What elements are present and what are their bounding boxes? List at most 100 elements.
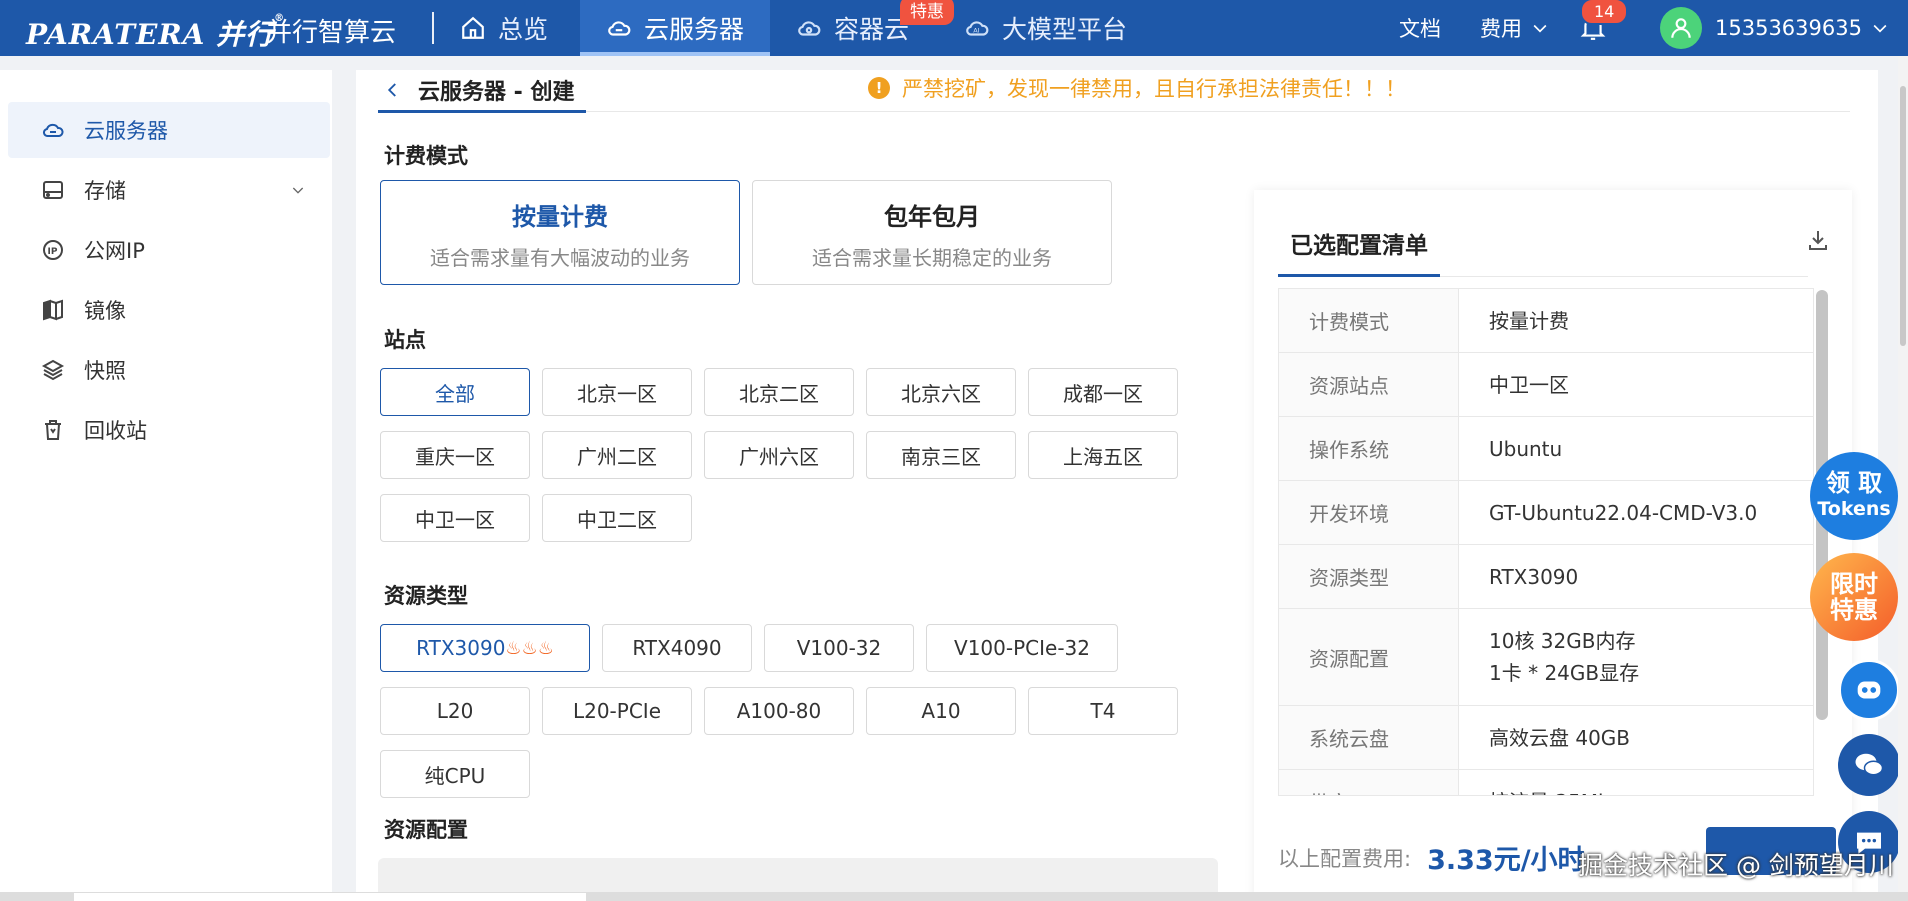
sidebar-item-label: 存储: [84, 179, 126, 203]
get-tokens-button[interactable]: 领 取 Tokens: [1810, 452, 1898, 540]
billing-option-pay-as-you-go[interactable]: 按量计费 适合需求量有大幅波动的业务: [380, 180, 740, 285]
back-arrow-icon[interactable]: [384, 81, 402, 99]
resource-option[interactable]: A10: [866, 687, 1016, 735]
billing-menu[interactable]: 费用: [1480, 0, 1550, 56]
brand-logo[interactable]: PARATERA 并行®: [26, 13, 285, 53]
sidebar-item-image[interactable]: 镜像: [8, 282, 330, 338]
site-option[interactable]: 中卫一区: [380, 494, 530, 542]
sidebar-item-label: 公网IP: [84, 239, 145, 263]
billing-option-subscription[interactable]: 包年包月 适合需求量长期稳定的业务: [752, 180, 1112, 285]
sidebar-item-label: 云服务器: [84, 119, 168, 143]
sidebar: 云服务器 存储 IP 公网IP 镜像 快照 回收站: [0, 70, 332, 901]
nav-label: 大模型平台: [1002, 15, 1128, 44]
image-icon: [43, 299, 63, 321]
table-row: 资源站点 中卫一区: [1279, 353, 1813, 417]
warning-icon: !: [868, 77, 890, 99]
resource-option[interactable]: RTX4090: [602, 624, 752, 672]
watermark: 掘金技术社区 @ 剑预望月川: [1578, 851, 1894, 880]
config-key: 带宽: [1279, 770, 1459, 795]
site-option[interactable]: 上海五区: [1028, 431, 1178, 479]
nav-item-overview[interactable]: 总览: [460, 0, 548, 56]
billing-option-title: 包年包月: [884, 203, 980, 231]
nav-label: 容器云: [834, 15, 910, 44]
billing-option-title: 按量计费: [512, 203, 608, 231]
config-value: 10核 32GB内存 1卡 * 24GB显存: [1489, 629, 1640, 685]
resource-option[interactable]: 纯CPU: [380, 750, 530, 798]
price-label: 以上配置费用:: [1278, 846, 1412, 871]
site-option[interactable]: 北京二区: [704, 368, 854, 416]
page-scrollbar-thumb[interactable]: [1900, 86, 1906, 346]
table-row: 资源配置 10核 32GB内存 1卡 * 24GB显存: [1279, 609, 1813, 706]
site-option[interactable]: 南京三区: [866, 431, 1016, 479]
breadcrumb[interactable]: 云服务器 - 创建: [384, 70, 574, 110]
config-key: 计费模式: [1279, 289, 1459, 352]
nav-item-container-cloud[interactable]: 容器云: [796, 0, 909, 56]
config-value: 中卫一区: [1489, 372, 1569, 397]
config-table: 计费模式 按量计费 资源站点 中卫一区 操作系统 Ubuntu 开发环境 GT-…: [1278, 288, 1814, 796]
price-line: 以上配置费用: 3.33元/小时: [1278, 838, 1585, 877]
resource-option[interactable]: V100-PCIe-32: [926, 624, 1118, 672]
user-menu[interactable]: 15353639635: [1715, 0, 1890, 56]
sidebar-item-cloud-server[interactable]: 云服务器: [8, 102, 330, 158]
config-value: Ubuntu: [1489, 436, 1563, 461]
page-title: 云服务器 - 创建: [418, 80, 575, 105]
product-name[interactable]: 并行智算云: [266, 12, 396, 49]
resource-option[interactable]: T4: [1028, 687, 1178, 735]
site-option[interactable]: 北京六区: [866, 368, 1016, 416]
site-option[interactable]: 中卫二区: [542, 494, 692, 542]
table-row: 操作系统 Ubuntu: [1279, 417, 1813, 481]
section-title-resource-type: 资源类型: [384, 584, 468, 608]
table-row: 资源类型 RTX3090: [1279, 545, 1813, 609]
billing-option-desc: 适合需求量长期稳定的业务: [812, 246, 1052, 270]
config-value: 按流量 25Mbps: [1459, 770, 1813, 796]
page-scrollbar[interactable]: [1898, 56, 1908, 892]
sidebar-item-storage[interactable]: 存储: [8, 162, 330, 218]
site-option[interactable]: 广州二区: [542, 431, 692, 479]
assistant-robot-button[interactable]: [1838, 659, 1900, 721]
notification-count-badge: 14: [1580, 0, 1629, 25]
resource-option[interactable]: L20-PCIe: [542, 687, 692, 735]
cloud-server-icon: [43, 123, 64, 137]
wechat-button[interactable]: [1838, 734, 1900, 796]
site-option[interactable]: 广州六区: [704, 431, 854, 479]
resource-option-rtx3090[interactable]: RTX3090 ♨♨♨: [380, 624, 590, 672]
site-option-all[interactable]: 全部: [380, 368, 530, 416]
sidebar-item-public-ip[interactable]: IP 公网IP: [8, 222, 330, 278]
config-value: 按量计费: [1489, 308, 1569, 333]
billing-option-desc: 适合需求量有大幅波动的业务: [430, 246, 690, 270]
site-option[interactable]: 北京一区: [542, 368, 692, 416]
table-row: 系统云盘 高效云盘 40GB: [1279, 706, 1813, 770]
sidebar-item-label: 回收站: [84, 419, 147, 443]
nav-label: 总览: [498, 15, 549, 44]
svg-text:IP: IP: [48, 247, 58, 257]
snapshot-icon: [41, 359, 65, 381]
nav-divider: [432, 12, 434, 44]
table-row: 带宽 按流量 25Mbps: [1279, 770, 1813, 796]
chevron-down-icon: [1533, 24, 1547, 33]
nav-item-ai-platform[interactable]: AI 大模型平台: [964, 0, 1127, 56]
site-option[interactable]: 重庆一区: [380, 431, 530, 479]
resource-option[interactable]: A100-80: [704, 687, 854, 735]
summary-title: 已选配置清单: [1290, 233, 1428, 259]
sidebar-item-snapshot[interactable]: 快照: [8, 342, 330, 398]
storage-icon: [43, 181, 63, 199]
docs-link[interactable]: 文档: [1399, 0, 1441, 56]
nav-item-cloud-server[interactable]: 云服务器: [580, 0, 770, 56]
robot-icon: [1857, 681, 1881, 699]
warning-text: 严禁挖矿，发现一律禁用，且自行承担法律责任！！！: [902, 77, 1406, 101]
limited-offer-button[interactable]: 限时 特惠: [1810, 553, 1898, 641]
config-key: 系统云盘: [1279, 706, 1459, 769]
main-content: 云服务器 - 创建 ! 严禁挖矿，发现一律禁用，且自行承担法律责任！！！ 计费模…: [356, 70, 1878, 901]
sidebar-item-recycle-bin[interactable]: 回收站: [8, 402, 330, 458]
site-option[interactable]: 成都一区: [1028, 368, 1178, 416]
download-icon[interactable]: [1806, 228, 1830, 252]
wechat-icon: [1855, 753, 1884, 776]
avatar[interactable]: [1660, 7, 1702, 49]
promo-badge: 特惠: [900, 0, 954, 25]
resource-option[interactable]: V100-32: [764, 624, 914, 672]
config-key: 资源类型: [1279, 545, 1459, 608]
bottom-tab: [74, 893, 586, 901]
config-summary-panel: 已选配置清单 计费模式 按量计费 资源站点 中卫一区 操作系统 Ubuntu 开…: [1254, 190, 1852, 901]
resource-option[interactable]: L20: [380, 687, 530, 735]
config-value: 高效云盘 40GB: [1489, 725, 1631, 750]
